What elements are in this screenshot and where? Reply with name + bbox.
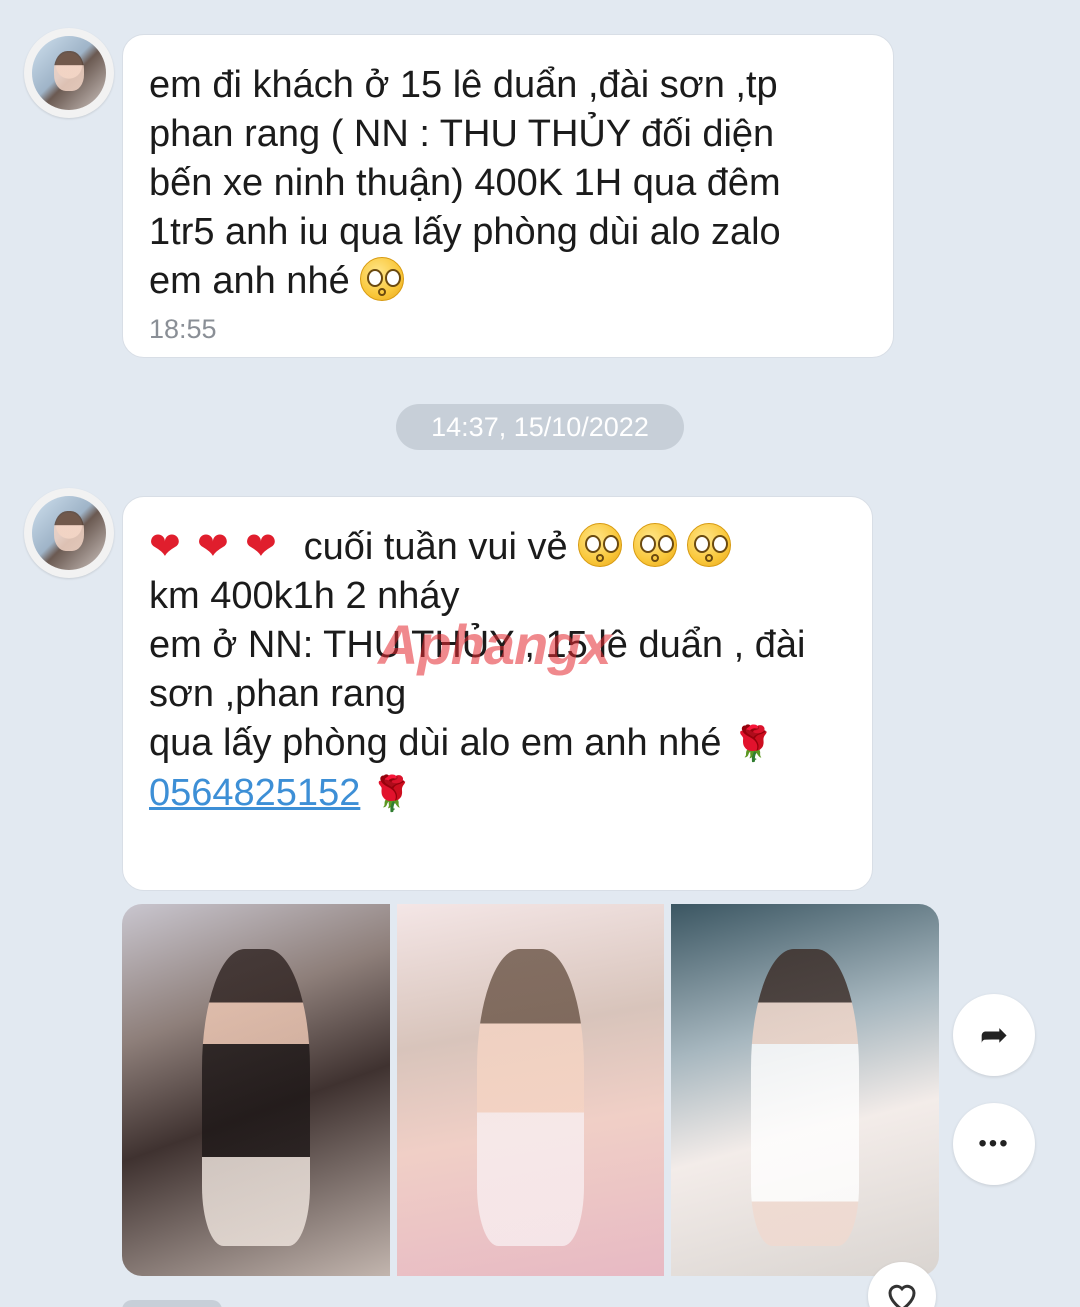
sender-avatar[interactable] bbox=[24, 488, 114, 578]
heart-emoji: ❤ bbox=[197, 526, 229, 568]
avatar-photo bbox=[32, 496, 106, 570]
message-bubble[interactable]: em đi khách ở 15 lê duẩn ,đài sơn ,tp ph… bbox=[122, 34, 894, 358]
more-dots-icon: ••• bbox=[978, 1130, 1010, 1157]
message-text-line: ❤ ❤ ❤ cuối tuần vui vẻ bbox=[149, 523, 846, 572]
date-divider: 14:37, 15/10/2022 bbox=[396, 404, 684, 450]
kissing-face-emoji bbox=[687, 523, 732, 567]
photo-attachment[interactable] bbox=[122, 904, 390, 1276]
share-button[interactable]: ➦ bbox=[953, 994, 1035, 1076]
next-message-edge bbox=[122, 1300, 222, 1307]
share-arrow-icon: ➦ bbox=[979, 1016, 1009, 1054]
message-text-line: 1tr5 anh iu qua lấy phòng dùi alo zalo bbox=[149, 211, 781, 253]
phone-number-link[interactable]: 0564825152 bbox=[149, 772, 360, 814]
kissing-face-emoji bbox=[632, 523, 677, 567]
message-bubble[interactable]: ❤ ❤ ❤ cuối tuần vui vẻ km 400k1h 2 nháy em… bbox=[122, 496, 873, 891]
message-text-segment: cuối tuần vui vẻ bbox=[303, 526, 568, 568]
photo-attachment[interactable] bbox=[671, 904, 939, 1276]
more-options-button[interactable]: ••• bbox=[953, 1103, 1035, 1185]
avatar-photo bbox=[32, 36, 106, 110]
message-text-line: qua lấy phòng dùi alo em anh nhé 🌹 bbox=[149, 719, 846, 769]
message-text-line: 0564825152 🌹 bbox=[149, 769, 846, 819]
message-time: 18:55 bbox=[149, 314, 217, 344]
message-text-line: em anh nhé bbox=[149, 257, 867, 306]
message-text-line: phan rang ( NN : THU THỦY đối diện bbox=[149, 113, 775, 155]
rose-emoji: 🌹 bbox=[732, 725, 775, 763]
sender-avatar[interactable] bbox=[24, 28, 114, 118]
kissing-face-emoji bbox=[578, 523, 623, 567]
watermark-logo: Aphangx bbox=[378, 613, 612, 676]
chat-screen: em đi khách ở 15 lê duẩn ,đài sơn ,tp ph… bbox=[0, 0, 1080, 1307]
heart-emoji: ❤ bbox=[149, 526, 181, 568]
message-text-line: sơn ,phan rang bbox=[149, 673, 407, 715]
heart-outline-icon bbox=[888, 1284, 916, 1307]
heart-emoji: ❤ bbox=[245, 526, 277, 568]
message-text-segment: em anh nhé bbox=[149, 260, 350, 302]
message-text-line: bến xe ninh thuận) 400K 1H qua đêm bbox=[149, 162, 781, 204]
message-text-segment: qua lấy phòng dùi alo em anh nhé bbox=[149, 722, 722, 764]
photo-attachment[interactable] bbox=[397, 904, 664, 1276]
rose-emoji: 🌹 bbox=[370, 775, 414, 813]
kissing-face-emoji bbox=[360, 257, 405, 301]
message-text-line: em đi khách ở 15 lê duẩn ,đài sơn ,tp bbox=[149, 64, 778, 106]
